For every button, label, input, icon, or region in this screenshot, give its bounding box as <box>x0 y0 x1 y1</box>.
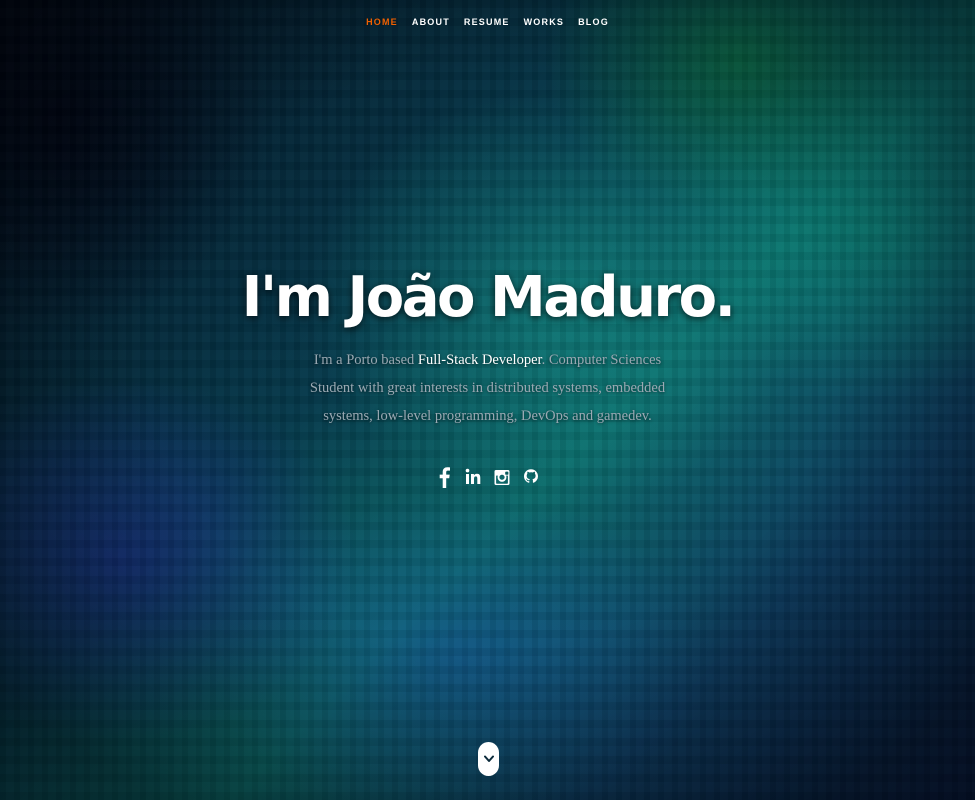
nav-link-about[interactable]: About <box>412 17 450 27</box>
social-links <box>436 466 539 490</box>
nav-link-works[interactable]: Works <box>524 17 565 27</box>
nav-link-blog[interactable]: Blog <box>578 17 609 27</box>
github-link[interactable] <box>523 466 539 490</box>
nav-item-home: Home <box>366 12 398 30</box>
instagram-link[interactable] <box>494 466 510 490</box>
nav-item-resume: Resume <box>464 12 510 30</box>
scroll-down-button[interactable] <box>478 742 499 776</box>
hero-title: I'm João Maduro. <box>241 265 736 330</box>
chevron-down-icon <box>483 755 494 762</box>
nav-list: Home About Resume Works Blog <box>359 12 616 30</box>
main-nav: Home About Resume Works Blog <box>0 12 975 30</box>
hero-section: I'm João Maduro. I'm a Porto based Full-… <box>0 262 975 493</box>
hero-intro: I'm a Porto based Full-Stack Developer. … <box>308 346 668 430</box>
nav-item-works: Works <box>524 12 565 30</box>
nav-item-blog: Blog <box>578 12 609 30</box>
github-icon <box>524 469 539 483</box>
instagram-icon <box>494 470 510 485</box>
linkedin-icon <box>465 468 481 484</box>
nav-link-home[interactable]: Home <box>366 17 398 27</box>
nav-link-resume[interactable]: Resume <box>464 17 510 27</box>
nav-item-about: About <box>412 12 450 30</box>
facebook-icon <box>439 467 450 488</box>
facebook-link[interactable] <box>436 466 452 490</box>
linkedin-link[interactable] <box>465 466 481 490</box>
intro-highlight: Full-Stack Developer <box>417 352 542 368</box>
intro-prefix: I'm a Porto based <box>313 352 418 368</box>
